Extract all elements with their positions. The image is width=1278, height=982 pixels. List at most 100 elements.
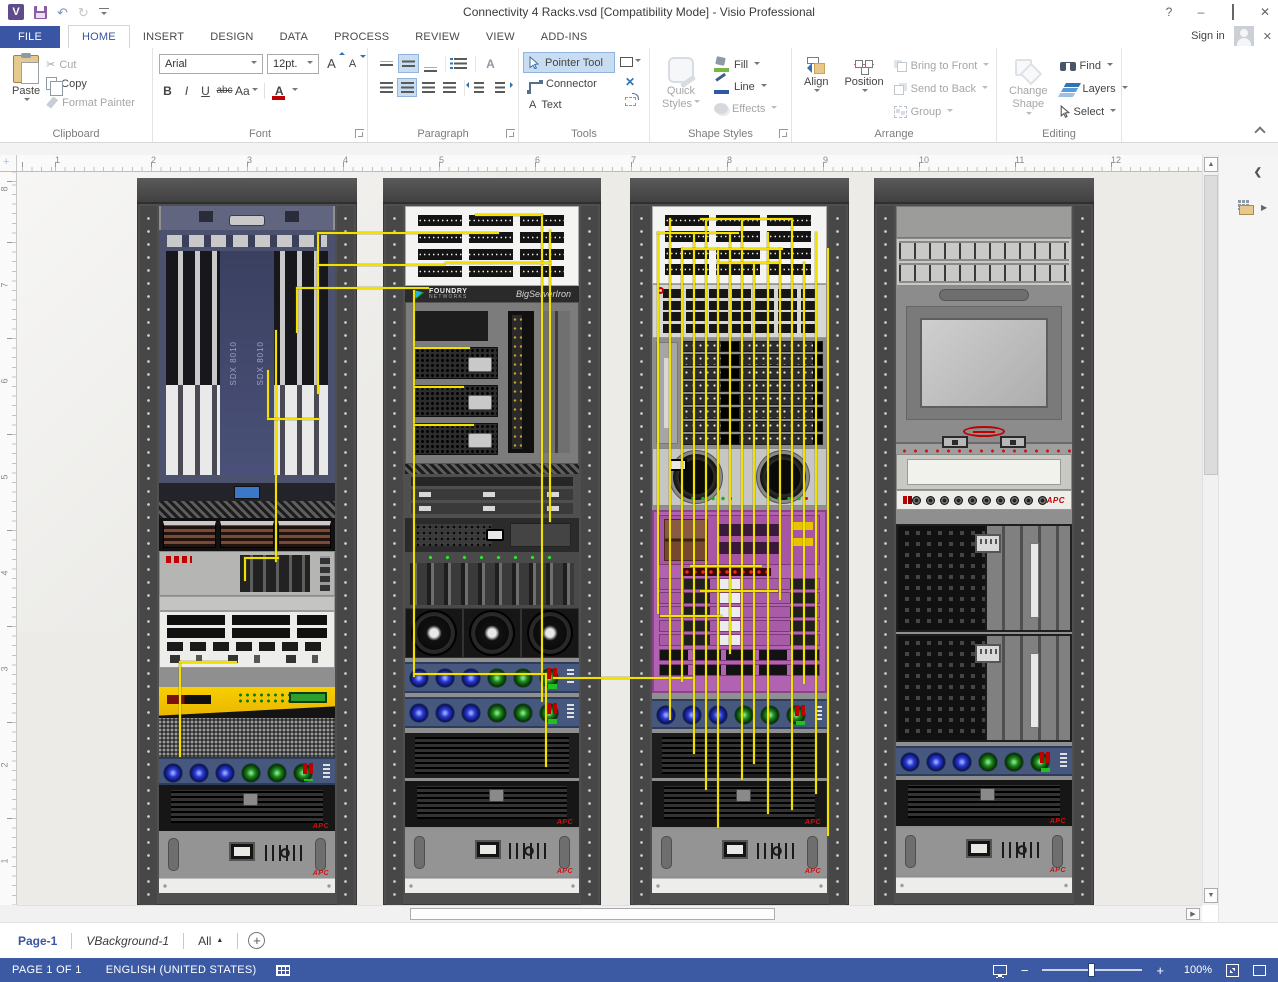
align-middle-button[interactable] — [398, 54, 419, 73]
tab-view[interactable]: VIEW — [473, 26, 528, 48]
power-supply-shelf[interactable] — [405, 518, 579, 552]
cut-button[interactable]: ✂Cut — [46, 55, 135, 74]
save-icon[interactable] — [34, 6, 47, 19]
fan-shelf[interactable] — [405, 608, 579, 658]
ups-unit[interactable]: APC — [652, 781, 827, 827]
page-tab-page-1[interactable]: Page-1 — [18, 934, 71, 948]
customize-qat-icon[interactable] — [99, 8, 109, 16]
patch-panel[interactable] — [405, 206, 579, 286]
blank-panel[interactable] — [896, 877, 1072, 893]
vented-panel[interactable] — [405, 733, 579, 778]
rack-monitor-console[interactable] — [896, 286, 1072, 454]
redo-icon[interactable]: ↻ — [78, 6, 89, 19]
position-button[interactable]: Position — [838, 53, 889, 121]
power-distribution-unit[interactable] — [896, 746, 1072, 776]
cable-mesh-panel[interactable] — [159, 718, 335, 757]
decrease-indent-button[interactable] — [469, 78, 489, 97]
send-to-back-button[interactable]: Send to Back — [894, 79, 990, 98]
line-button[interactable]: Line — [714, 77, 777, 96]
rack-1[interactable]: SDX 8010 SDX 8010 — [137, 178, 357, 905]
patch-panel[interactable] — [652, 206, 827, 284]
rack-2[interactable]: FOUNDRYNETWORKS BigServerIron — [383, 178, 601, 905]
drawing-canvas[interactable]: SDX 8010 SDX 8010 — [17, 172, 1202, 905]
find-button[interactable]: Find — [1060, 56, 1128, 75]
strikethrough-button[interactable]: abc — [216, 81, 233, 100]
blank-panel[interactable] — [159, 878, 335, 893]
bold-button[interactable]: B — [159, 81, 176, 100]
stencil-icon[interactable] — [1237, 199, 1255, 215]
copy-button[interactable]: Copy — [46, 74, 135, 93]
yellow-appliance[interactable] — [159, 687, 335, 718]
tab-file[interactable]: FILE — [0, 26, 60, 48]
font-color-button[interactable]: A — [271, 81, 288, 100]
purple-switch-chassis[interactable] — [652, 510, 827, 693]
rack-switch-4u[interactable] — [159, 611, 335, 668]
stencil-arrow-icon[interactable]: ▶ — [1261, 203, 1267, 212]
align-center-button[interactable] — [397, 78, 417, 97]
font-size-combo[interactable]: 12pt. — [267, 54, 319, 74]
change-shape-button[interactable]: ChangeShape — [1003, 53, 1054, 123]
align-right-button[interactable] — [418, 78, 438, 97]
zoom-slider-thumb[interactable] — [1088, 963, 1095, 977]
fit-page-icon[interactable] — [1226, 964, 1239, 977]
pointer-tool-button[interactable]: Pointer Tool — [523, 52, 615, 73]
language-indicator[interactable]: ENGLISH (UNITED STATES) — [94, 964, 269, 976]
paragraph-dialog-launcher[interactable] — [506, 129, 515, 138]
scroll-down-button[interactable]: ▼ — [1204, 888, 1218, 903]
tab-data[interactable]: DATA — [267, 26, 322, 48]
apc-battery-unit[interactable]: APC — [896, 828, 1072, 875]
visio-app-icon[interactable]: V — [8, 4, 24, 20]
card-cage[interactable] — [405, 552, 579, 608]
foundry-logo-band[interactable]: FOUNDRYNETWORKS BigServerIron — [405, 286, 579, 302]
switch-windows-icon[interactable] — [1253, 965, 1266, 976]
zoom-slider[interactable] — [1042, 969, 1142, 971]
controller-band[interactable] — [159, 483, 335, 501]
cable-organizer[interactable] — [896, 238, 1072, 286]
delete-tool-icon[interactable]: ✕ — [625, 75, 635, 89]
bring-to-front-button[interactable]: Bring to Front — [894, 56, 990, 75]
apc-battery-unit[interactable]: APC — [652, 829, 827, 876]
chassis-top-plate[interactable] — [161, 206, 333, 230]
blade-switch-chassis[interactable]: SDX 8010 SDX 8010 — [159, 230, 335, 483]
rectangle-tool-button[interactable] — [620, 57, 641, 67]
effects-button[interactable]: Effects — [714, 99, 777, 118]
undo-icon[interactable]: ↶ — [57, 6, 68, 19]
vertical-scrollbar[interactable]: ▲ ▼ — [1202, 155, 1218, 905]
tab-process[interactable]: PROCESS — [321, 26, 402, 48]
power-distribution-unit[interactable] — [159, 757, 335, 785]
page-indicator[interactable]: PAGE 1 OF 1 — [0, 964, 94, 976]
select-button[interactable]: Select — [1060, 102, 1128, 121]
power-distribution-unit[interactable] — [405, 662, 579, 693]
comm-shelf[interactable] — [159, 551, 335, 596]
avatar[interactable] — [1234, 26, 1254, 46]
bullets-button[interactable] — [450, 54, 471, 73]
font-dialog-launcher[interactable] — [355, 129, 364, 138]
help-button[interactable]: ? — [1162, 5, 1176, 19]
fill-button[interactable]: Fill — [714, 55, 777, 74]
presentation-mode-icon[interactable] — [993, 965, 1007, 975]
apc-battery-unit[interactable]: APC — [159, 831, 335, 878]
horizontal-ruler[interactable]: 123456789101112 — [17, 155, 1202, 172]
italic-button[interactable]: I — [178, 81, 195, 100]
justify-button[interactable] — [440, 78, 460, 97]
layers-button[interactable]: Layers — [1060, 79, 1128, 98]
tab-add-ins[interactable]: ADD-INS — [528, 26, 601, 48]
blank-spacer[interactable] — [159, 596, 335, 611]
ups-unit[interactable]: APC — [159, 785, 335, 831]
bigserveriron-chassis[interactable] — [405, 302, 579, 464]
minimize-button[interactable]: – — [1194, 5, 1208, 19]
blank-panel-gray[interactable] — [896, 206, 1072, 238]
apc-battery-unit[interactable]: APC — [405, 829, 579, 876]
blank-panel[interactable] — [652, 878, 827, 893]
close-document-icon[interactable]: ✕ — [1263, 30, 1272, 43]
insert-page-button[interactable]: + — [248, 932, 265, 949]
horizontal-scroll-thumb[interactable] — [410, 908, 775, 920]
close-button[interactable]: ✕ — [1258, 5, 1272, 19]
shrink-font-button[interactable]: A — [344, 54, 361, 73]
zoom-out-button[interactable]: − — [1021, 964, 1029, 977]
scroll-right-button[interactable]: ▶ — [1186, 908, 1200, 920]
quick-styles-button[interactable]: QuickStyles — [656, 53, 706, 118]
increase-indent-button[interactable] — [490, 78, 510, 97]
server-unit[interactable] — [896, 524, 1072, 632]
disk-modules[interactable] — [159, 518, 335, 551]
